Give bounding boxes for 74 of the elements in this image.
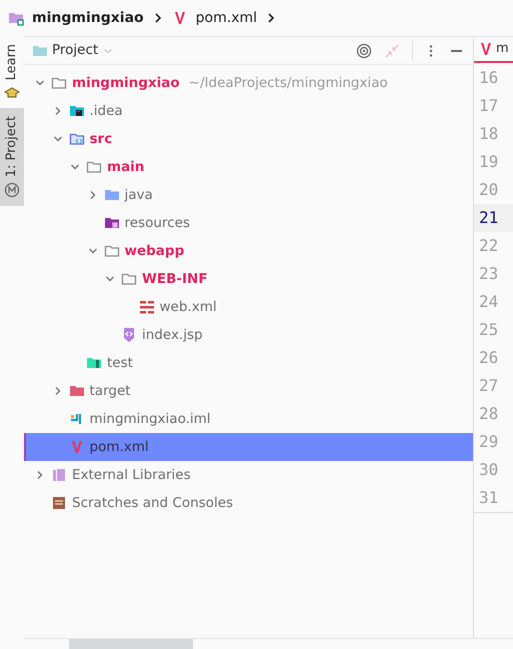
folder-icon: [104, 187, 120, 203]
scrollbar-thumb[interactable]: [69, 639, 193, 649]
line-number: 20: [479, 179, 498, 201]
tree-row[interactable]: .idea: [24, 97, 473, 125]
tree-row[interactable]: mingmingxiao ~/IdeaProjects/mingmingxiao: [24, 69, 473, 97]
jsp-file-icon: [121, 327, 137, 343]
tree-label: main: [107, 158, 144, 177]
tree-label: test: [107, 354, 133, 373]
tree-label: mingmingxiao.iml: [90, 410, 211, 429]
tree-row[interactable]: resources: [24, 209, 473, 237]
breadcrumb-item[interactable]: mingmingxiao: [32, 8, 144, 28]
test-folder-icon: [86, 355, 102, 371]
tree-row[interactable]: target: [24, 377, 473, 405]
line-number: 17: [479, 95, 498, 117]
module-icon: [8, 10, 24, 26]
line-number: 19: [479, 151, 498, 173]
tree-label: target: [90, 382, 131, 401]
tree-row[interactable]: Scratches and Consoles: [24, 489, 473, 517]
line-number: 22: [479, 235, 498, 257]
tree-label: java: [124, 186, 153, 205]
tree-row[interactable]: WEB-INF: [24, 265, 473, 293]
line-number: 18: [479, 123, 498, 145]
tree-label: resources: [124, 214, 190, 233]
tree-label: .idea: [90, 102, 123, 121]
side-tab[interactable]: Learn: [0, 36, 24, 108]
libraries-icon: [51, 467, 67, 483]
line-number: 27: [479, 375, 498, 397]
line-number: 24: [479, 291, 498, 313]
project-path: ~/IdeaProjects/mingmingxiao: [188, 74, 388, 93]
scratches-icon: [51, 495, 67, 511]
tree-label: web.xml: [160, 298, 217, 317]
folder-icon: [121, 271, 137, 287]
folder-icon: [68, 383, 84, 399]
line-number: 16: [479, 67, 498, 89]
xml-file-icon: [138, 299, 154, 315]
line-number: 31: [479, 487, 498, 509]
tree-row[interactable]: test: [24, 349, 473, 377]
side-tab[interactable]: 1: Project: [0, 108, 24, 206]
tree-row[interactable]: pom.xml: [24, 433, 473, 461]
tree-label: mingmingxiao: [72, 74, 180, 93]
tree-row[interactable]: mingmingxiao.iml: [24, 405, 473, 433]
line-number: 26: [479, 347, 498, 369]
tree-row[interactable]: web.xml: [24, 293, 473, 321]
tree-row[interactable]: webapp: [24, 237, 473, 265]
tree-label: index.jsp: [142, 326, 203, 345]
line-number: 25: [479, 319, 498, 341]
editor-tab[interactable]: m: [474, 37, 513, 63]
tree-row[interactable]: src: [24, 125, 473, 153]
maven-icon: [4, 182, 20, 198]
tree-row[interactable]: java: [24, 181, 473, 209]
tree-label: WEB-INF: [142, 270, 208, 289]
line-number: 30: [479, 459, 498, 481]
tree-row[interactable]: main: [24, 153, 473, 181]
line-number: 23: [479, 263, 498, 285]
folder-icon: [68, 103, 84, 119]
line-number: 28: [479, 403, 498, 425]
tree-label: webapp: [124, 242, 184, 261]
folder-icon: [51, 75, 67, 91]
target-icon[interactable]: [356, 42, 372, 58]
line-number: 21: [479, 207, 498, 229]
tree-row[interactable]: index.jsp: [24, 321, 473, 349]
tree-row[interactable]: External Libraries: [24, 461, 473, 489]
tree-label: src: [90, 130, 112, 149]
maven-icon: [478, 41, 494, 57]
line-number: 29: [479, 431, 498, 453]
folder-icon: [104, 243, 120, 259]
tree-label: pom.xml: [90, 438, 149, 457]
source-folder-icon: [68, 131, 84, 147]
resources-folder-icon: [104, 215, 120, 231]
folder-icon: [86, 159, 102, 175]
tree-label: External Libraries: [72, 466, 191, 485]
breadcrumb-item[interactable]: pom.xml: [196, 8, 258, 28]
tree-label: Scratches and Consoles: [72, 494, 234, 513]
panel-title[interactable]: Project: [52, 40, 98, 61]
